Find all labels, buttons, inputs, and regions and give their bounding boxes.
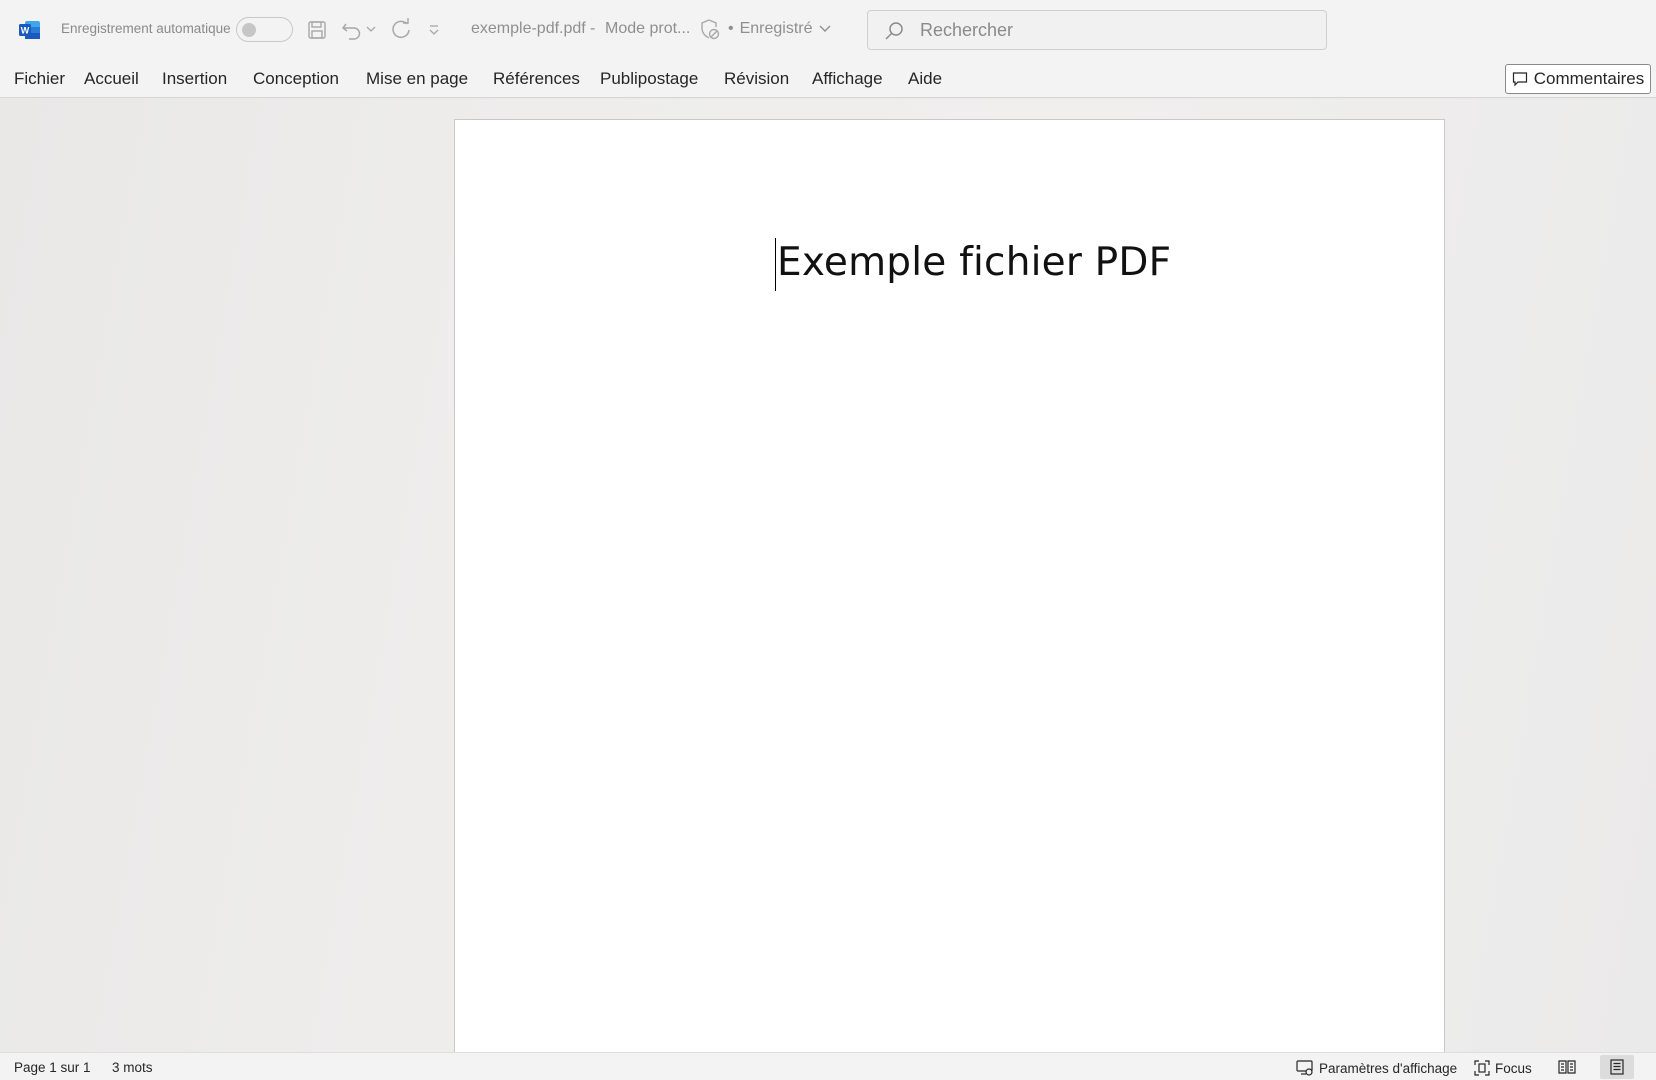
comment-icon <box>1512 72 1527 87</box>
document-filename[interactable]: exemple-pdf.pdf <box>471 20 586 38</box>
comments-button[interactable]: Commentaires <box>1505 64 1651 94</box>
autosave-label: Enregistrement automatique <box>61 21 231 36</box>
tab-aide[interactable]: Aide <box>908 69 942 89</box>
tab-insertion[interactable]: Insertion <box>162 69 227 89</box>
undo-dropdown-icon[interactable] <box>365 22 377 36</box>
focus-button[interactable]: Focus <box>1474 1060 1532 1076</box>
tab-references[interactable]: Références <box>493 69 580 89</box>
document-heading[interactable]: Exemple fichier PDF <box>777 240 1171 285</box>
saved-status-label: Enregistré <box>739 20 813 37</box>
protected-mode-label[interactable]: Mode prot... <box>605 20 690 38</box>
focus-icon <box>1474 1060 1490 1076</box>
page-count[interactable]: Page 1 sur 1 <box>14 1060 91 1075</box>
print-layout-icon <box>1610 1059 1624 1075</box>
toggle-knob <box>242 23 256 37</box>
word-icon[interactable]: W <box>19 20 41 40</box>
saved-status[interactable]: • Enregistré <box>728 20 831 38</box>
chevron-down-icon <box>819 25 831 32</box>
tab-publipostage[interactable]: Publipostage <box>600 69 698 89</box>
comments-label: Commentaires <box>1533 69 1645 88</box>
tab-conception[interactable]: Conception <box>253 69 339 89</box>
document-page[interactable]: Exemple fichier PDF <box>454 119 1445 1052</box>
tab-revision[interactable]: Révision <box>724 69 789 89</box>
tab-fichier[interactable]: Fichier <box>14 69 65 89</box>
status-dot: • <box>728 20 734 37</box>
undo-icon[interactable] <box>340 18 364 42</box>
document-canvas[interactable]: Exemple fichier PDF <box>0 99 1656 1052</box>
search-icon <box>884 21 904 41</box>
redo-icon[interactable] <box>389 17 413 41</box>
display-settings-button[interactable]: Paramètres d'affichage <box>1296 1060 1457 1076</box>
autosave-toggle[interactable] <box>236 17 293 42</box>
tab-affichage[interactable]: Affichage <box>812 69 883 89</box>
shield-icon[interactable] <box>697 17 721 41</box>
display-settings-icon <box>1296 1060 1313 1076</box>
title-bar: W Enregistrement automatique exemple-pdf… <box>0 0 1656 60</box>
display-settings-label: Paramètres d'affichage <box>1319 1060 1458 1076</box>
focus-label: Focus <box>1495 1060 1532 1076</box>
word-count[interactable]: 3 mots <box>112 1060 153 1075</box>
tab-mise-en-page[interactable]: Mise en page <box>366 69 468 89</box>
read-mode-icon <box>1558 1060 1576 1074</box>
search-box[interactable] <box>867 10 1327 50</box>
status-bar: Page 1 sur 1 3 mots Paramètres d'afficha… <box>0 1052 1656 1080</box>
customize-quick-access-icon[interactable] <box>427 20 441 40</box>
text-cursor <box>775 238 776 291</box>
title-separator: - <box>590 20 596 37</box>
print-layout-button[interactable] <box>1600 1055 1634 1079</box>
save-icon[interactable] <box>305 18 329 42</box>
tab-accueil[interactable]: Accueil <box>84 69 139 89</box>
svg-text:W: W <box>21 26 30 36</box>
search-input[interactable] <box>918 17 1318 43</box>
ribbon-tabs: Fichier Accueil Insertion Conception Mis… <box>0 60 1656 98</box>
read-mode-button[interactable] <box>1550 1055 1584 1079</box>
